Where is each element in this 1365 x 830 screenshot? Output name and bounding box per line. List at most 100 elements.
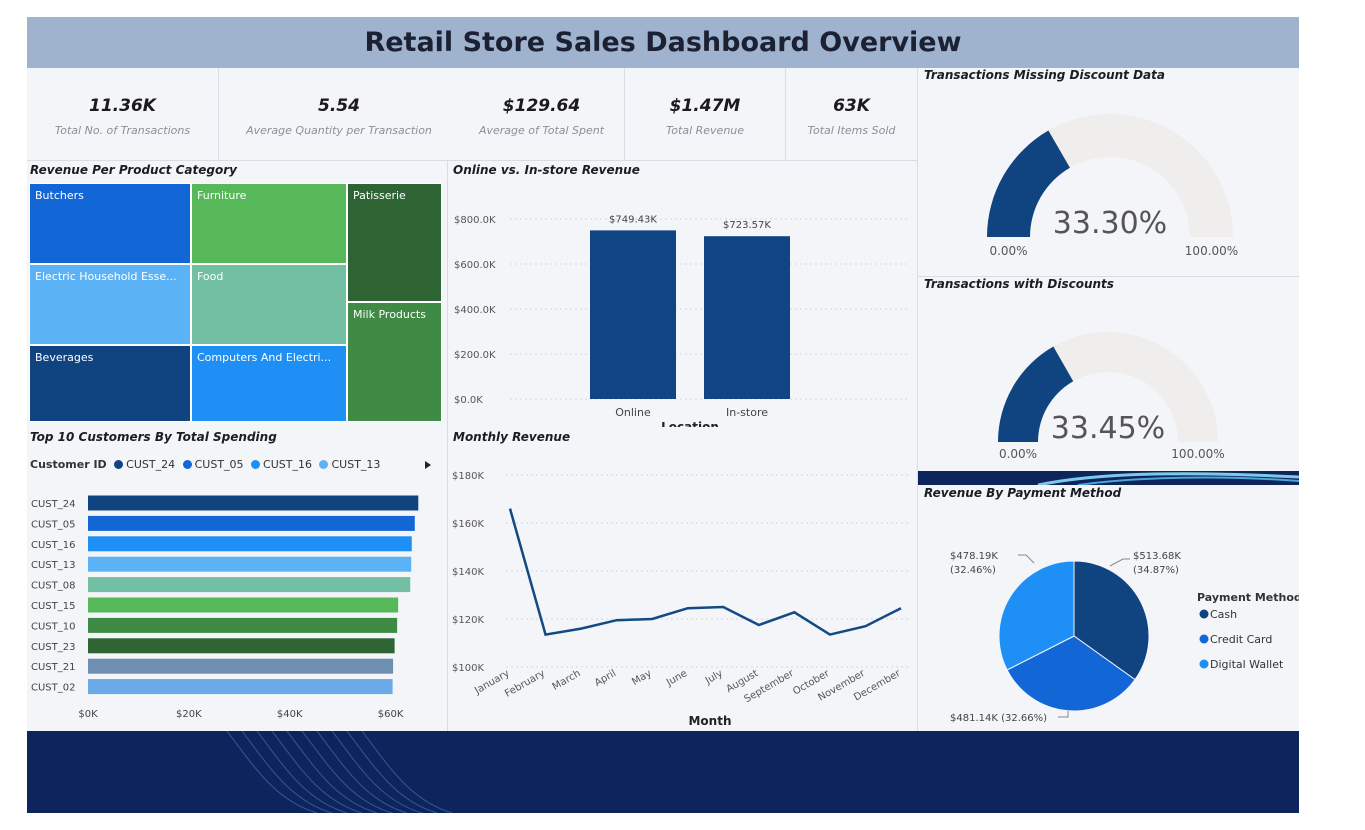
y-tick-label: $140K	[452, 567, 484, 578]
legend-dot	[1199, 634, 1209, 644]
legend-item[interactable]: CUST_24	[110, 458, 175, 471]
monthly-revenue-chart: $100K$120K$140K$160K$180KJanuaryFebruary…	[452, 471, 910, 728]
gauge-max: 100.00%	[1171, 447, 1224, 461]
top-customers-title: Top 10 Customers By Total Spending	[30, 430, 277, 444]
tile-label: Butchers	[35, 189, 84, 202]
y-tick-label: CUST_24	[31, 499, 75, 510]
kpi-value: 63K	[833, 96, 870, 116]
kpi-items-sold: 63K Total Items Sold	[786, 68, 917, 160]
x-axis-title: Location	[661, 420, 719, 427]
leader-line	[1058, 711, 1069, 718]
kpi-label: Total Revenue	[665, 124, 745, 137]
x-tick-label: $40K	[277, 709, 303, 720]
gauge-value: 33.45%	[1051, 411, 1165, 446]
kpi-transactions: 11.36K Total No. of Transactions	[27, 68, 218, 160]
treemap-tile-beverages[interactable]: Beverages	[29, 345, 191, 422]
treemap-tile-electric-household[interactable]: Electric Household Esse...	[29, 264, 191, 345]
gauge-value: 33.30%	[1053, 206, 1167, 241]
customer-legend: Customer ID CUST_24 CUST_05 CUST_16 CUST…	[30, 458, 380, 471]
y-tick-label: $180K	[452, 471, 484, 482]
y-tick-label: CUST_08	[31, 581, 75, 592]
kpi-avg-quantity: 5.54 Average Quantity per Transaction	[219, 68, 459, 160]
online-instore-chart: $0.0K $200.0K $400.0K $600.0K $800.0K $749.43…	[454, 214, 908, 427]
y-tick-label: $100K	[452, 663, 484, 674]
data-label: (34.87%)	[1133, 565, 1179, 576]
treemap-tile-computers[interactable]: Computers And Electri...	[191, 345, 347, 422]
x-tick-label: $60K	[378, 709, 404, 720]
gauge-min: 0.00%	[989, 244, 1027, 258]
gauge-min: 0.00%	[999, 447, 1037, 461]
y-tick-label: CUST_21	[31, 662, 75, 673]
bar	[88, 536, 412, 552]
treemap-tile-food[interactable]: Food	[191, 264, 347, 345]
legend-dot	[319, 460, 329, 469]
kpi-value: $1.47M	[669, 96, 741, 116]
bar	[88, 556, 412, 572]
data-label: $723.57K	[723, 220, 771, 231]
bar	[88, 515, 415, 531]
gauge-missing-discount: 33.30% 0.00% 100.00%	[987, 114, 1238, 258]
treemap-tile-milk-products[interactable]: Milk Products	[347, 302, 442, 422]
legend-item[interactable]: CUST_13	[315, 458, 380, 471]
page-title: Retail Store Sales Dashboard Overview	[364, 27, 962, 58]
x-tick-label: July	[703, 668, 725, 687]
y-tick-label: CUST_10	[31, 621, 75, 632]
y-tick-label: $400.0K	[454, 305, 496, 316]
y-tick-label: CUST_16	[31, 540, 75, 551]
top-customers-chart: CUST_24 CUST_05 CUST_16 CUST_13 CUST_08 CUST_…	[31, 495, 419, 720]
legend-label: Cash	[1210, 608, 1237, 621]
y-tick-label: $0.0K	[454, 395, 483, 406]
series-line	[508, 508, 902, 637]
legend-dot	[1199, 609, 1209, 619]
kpi-avg-spent: $129.64 Average of Total Spent	[459, 68, 624, 160]
y-tick-label: $200.0K	[454, 350, 496, 361]
bar	[704, 236, 790, 399]
tile-label: Furniture	[197, 189, 247, 202]
gauge-discounts: 33.45% 0.00% 100.00%	[998, 332, 1225, 461]
legend-label: Credit Card	[1210, 633, 1272, 646]
monthly-title: Monthly Revenue	[453, 430, 571, 444]
divider	[27, 160, 917, 161]
treemap-tile-furniture[interactable]: Furniture	[191, 183, 347, 264]
kpi-value: $129.64	[502, 96, 581, 116]
y-tick-label: $600.0K	[454, 260, 496, 271]
tile-label: Milk Products	[353, 308, 426, 321]
x-tick-label: $20K	[176, 709, 202, 720]
tile-label: Beverages	[35, 351, 94, 364]
bar	[88, 679, 393, 695]
legend-label: Digital Wallet	[1210, 658, 1284, 671]
gauge-max: 100.00%	[1185, 244, 1238, 258]
data-label: (32.46%)	[950, 565, 996, 576]
y-tick-label: $160K	[452, 519, 484, 530]
bar	[88, 638, 395, 654]
treemap-tile-butchers[interactable]: Butchers	[29, 183, 191, 264]
legend-dot	[251, 460, 261, 469]
footer-band	[27, 731, 1299, 813]
treemap-tile-patisserie[interactable]: Patisserie	[347, 183, 442, 302]
tile-label: Electric Household Esse...	[35, 270, 177, 283]
kpi-label: Total No. of Transactions	[54, 124, 191, 137]
x-tick-label: In-store	[726, 406, 768, 419]
leader-line	[1018, 554, 1035, 564]
wave-band	[918, 471, 1299, 485]
legend-item[interactable]: CUST_05	[179, 458, 244, 471]
leader-line	[1109, 558, 1130, 567]
bar	[88, 617, 398, 633]
legend-next-icon[interactable]	[424, 460, 432, 470]
legend-title: Customer ID	[30, 458, 107, 471]
kpi-label: Average Quantity per Transaction	[246, 124, 432, 137]
data-label: $478.19K	[950, 551, 998, 562]
payment-pie-chart: $513.68K (34.87%) $478.19K (32.46%) $481.14K…	[950, 551, 1299, 724]
x-tick-label: February	[503, 668, 547, 700]
legend-item[interactable]: CUST_16	[247, 458, 312, 471]
bar	[88, 495, 419, 511]
x-axis-title: Month	[688, 714, 731, 728]
treemap-title: Revenue Per Product Category	[30, 163, 237, 177]
title-bar: Retail Store Sales Dashboard Overview	[27, 17, 1299, 68]
payment-title: Revenue By Payment Method	[924, 486, 1122, 500]
x-tick-label: June	[664, 668, 689, 689]
legend-dot	[1199, 659, 1209, 669]
x-tick-label: April	[593, 668, 618, 689]
kpi-total-revenue: $1.47M Total Revenue	[625, 68, 785, 160]
legend-label: CUST_16	[263, 458, 312, 471]
